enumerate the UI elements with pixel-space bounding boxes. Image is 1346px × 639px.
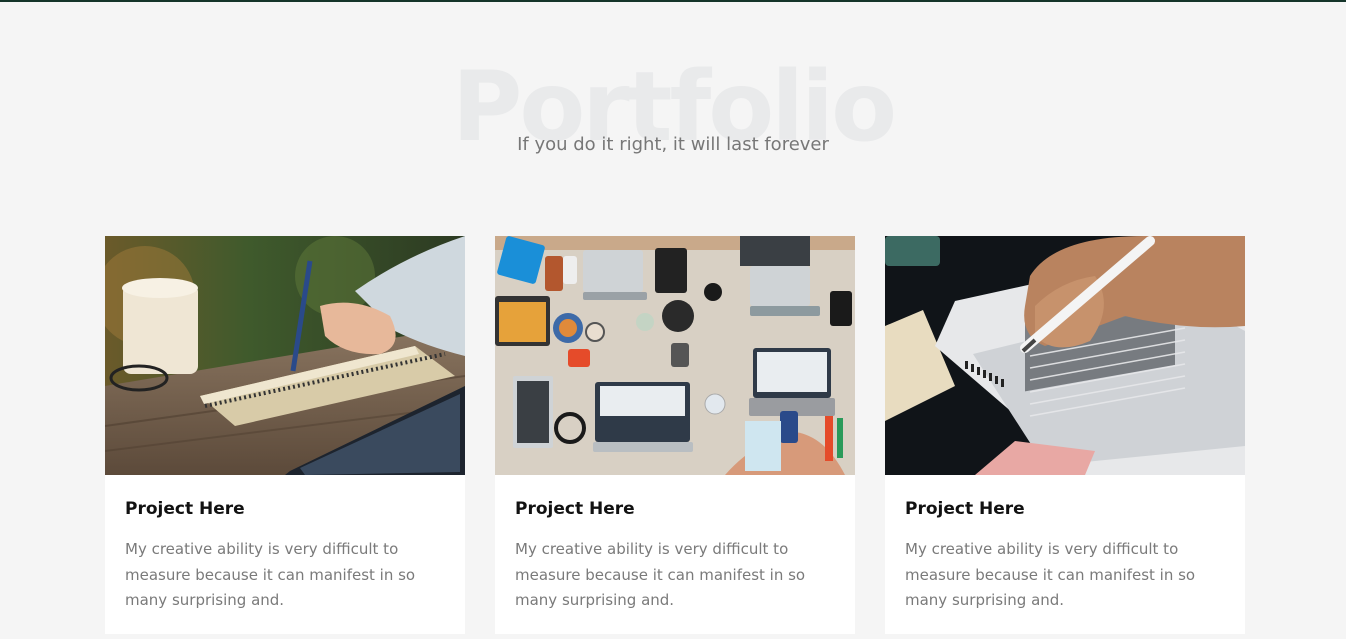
project-image[interactable]	[495, 236, 855, 475]
project-card[interactable]: Project Here My creative ability is very…	[495, 236, 855, 634]
project-card[interactable]: Project Here My creative ability is very…	[105, 236, 465, 634]
project-cards: Project Here My creative ability is very…	[105, 236, 1245, 634]
project-title[interactable]: Project Here	[905, 497, 1225, 521]
project-description: My creative ability is very difficult to…	[905, 540, 1196, 609]
project-card[interactable]: Project Here My creative ability is very…	[885, 236, 1245, 634]
project-title[interactable]: Project Here	[515, 497, 835, 521]
project-title[interactable]: Project Here	[125, 497, 445, 521]
portfolio-section: Portfolio If you do it right, it will la…	[0, 0, 1346, 639]
project-description: My creative ability is very difficult to…	[515, 540, 806, 609]
section-subtitle: If you do it right, it will last forever	[517, 134, 829, 155]
project-description: My creative ability is very difficult to…	[125, 540, 416, 609]
project-image[interactable]	[885, 236, 1245, 475]
project-image[interactable]	[105, 236, 465, 475]
